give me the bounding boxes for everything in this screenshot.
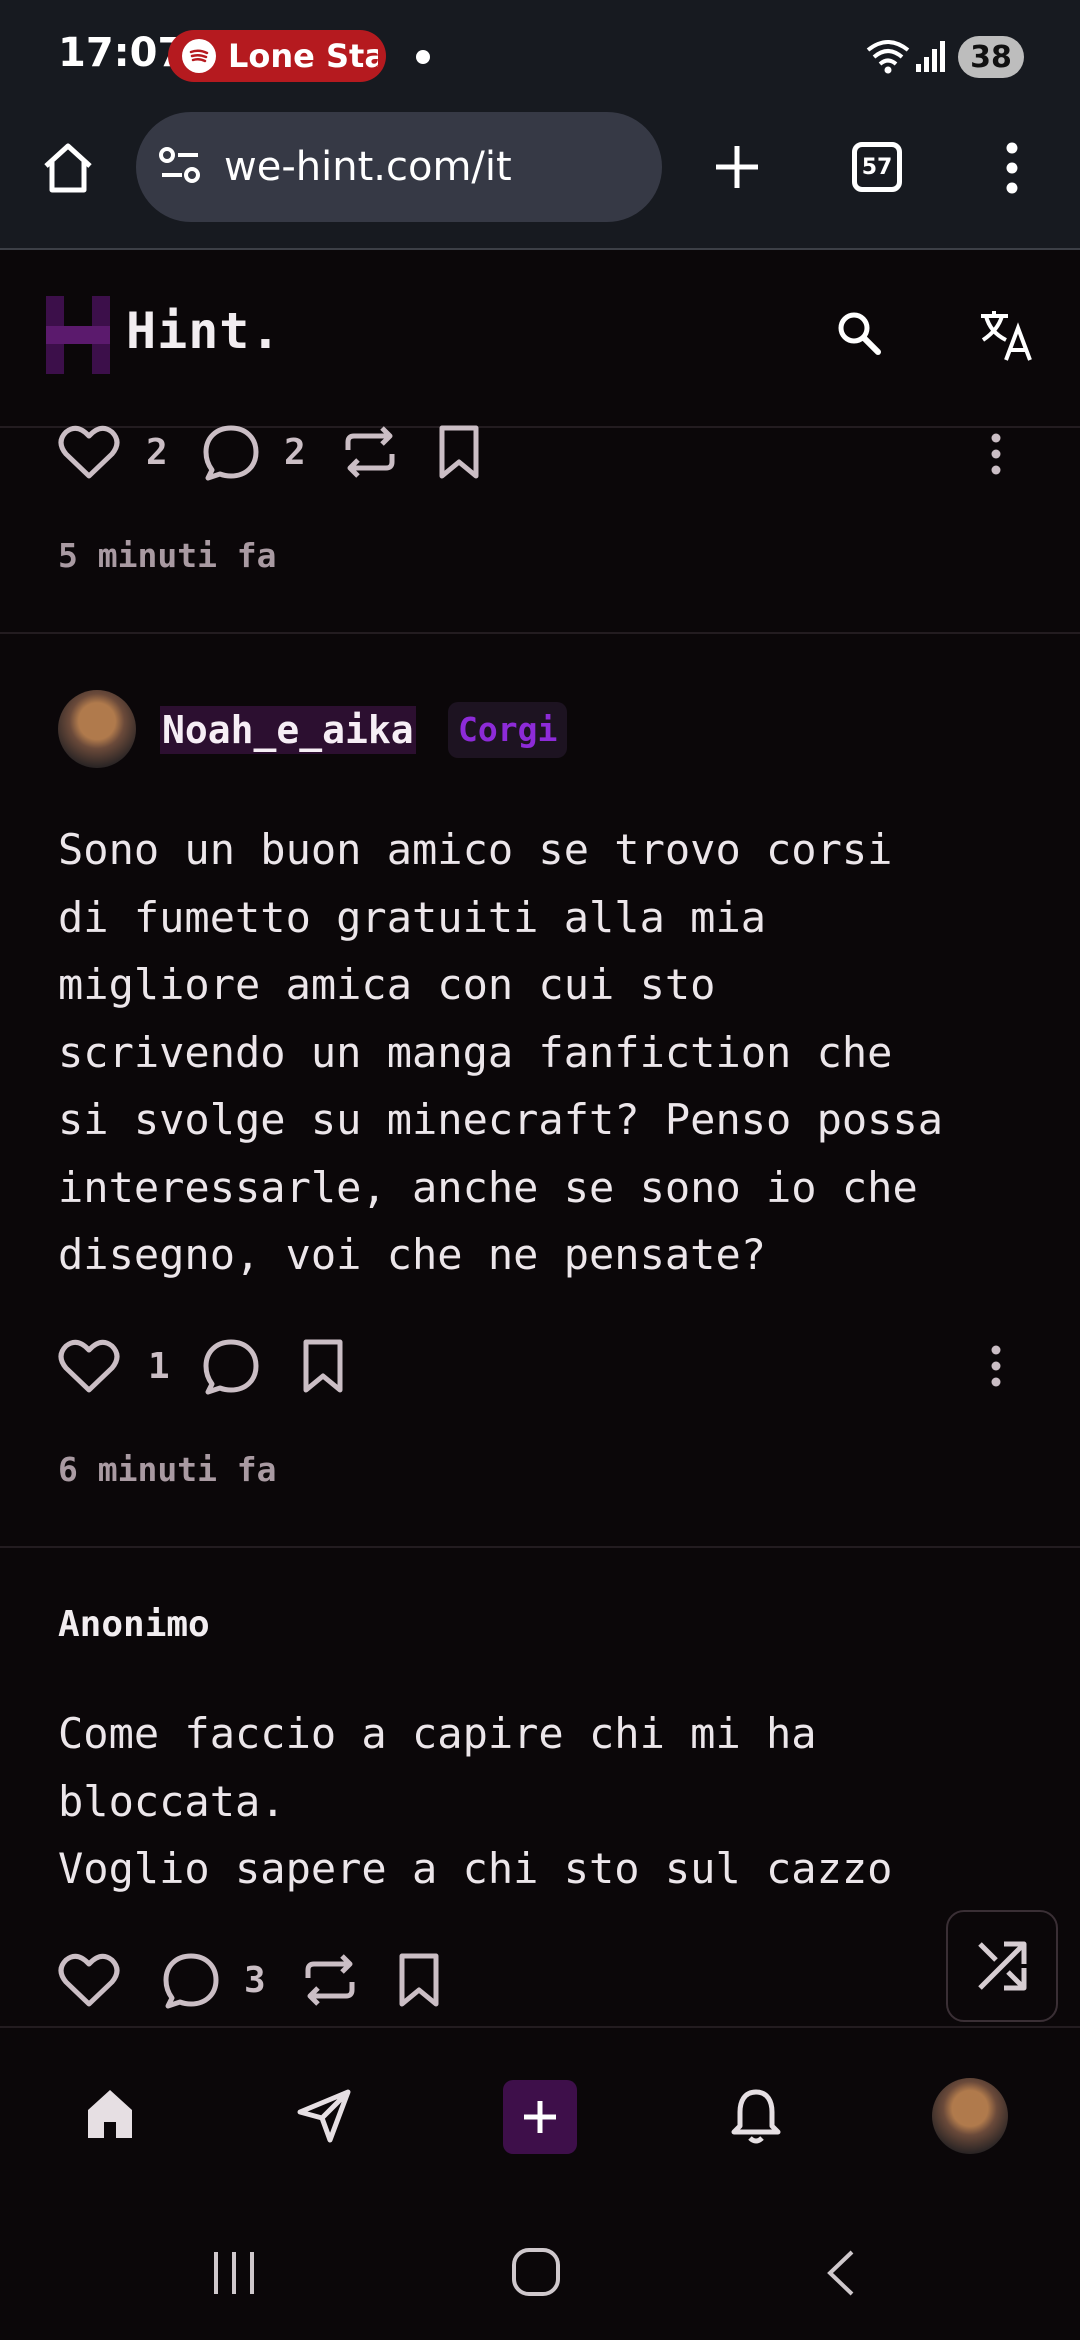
notification-dot [416,50,430,64]
like-button[interactable] [58,1338,120,1398]
status-time: 17:07 [58,30,186,76]
comment-count: 2 [284,432,306,473]
battery-indicator: 38 [958,36,1024,78]
more-options-icon[interactable] [988,432,1004,480]
plus-icon [524,2101,556,2133]
nav-send-icon[interactable] [296,2088,352,2148]
spotify-now-playing-chip[interactable]: Lone Star [168,30,386,82]
repost-button[interactable] [302,1952,358,2012]
nav-home-icon[interactable] [84,2086,136,2146]
like-button[interactable] [58,424,120,484]
spotify-track-label: Lone Star [228,37,378,75]
post-time: 6 minuti fa [58,1450,277,1489]
avatar[interactable] [58,690,136,768]
translate-icon[interactable] [978,308,1034,366]
post-author: Anonimo [58,1604,210,1645]
back-icon[interactable] [824,2248,856,2302]
comment-button[interactable] [202,1338,260,1400]
comment-button[interactable] [202,424,260,486]
url-text: we-hint.com/it [224,144,512,190]
home-circle-icon[interactable] [510,2246,562,2302]
bookmark-button[interactable] [302,1338,344,1398]
create-post-button[interactable] [503,2080,577,2154]
bookmark-button[interactable] [398,1952,440,2012]
home-icon[interactable] [40,140,96,200]
nav-bell-icon[interactable] [730,2086,782,2150]
shuffle-button[interactable] [946,1910,1058,2022]
logo-icon[interactable] [46,296,110,378]
recents-icon[interactable] [210,2250,258,2300]
bookmark-button[interactable] [438,424,480,484]
wifi-icon [864,36,912,80]
comment-count: 3 [244,1960,266,2001]
address-bar[interactable]: we-hint.com/it [136,112,662,222]
new-tab-icon[interactable] [712,142,762,196]
post-time: 5 minuti fa [58,536,277,575]
spotify-icon [182,39,216,73]
repost-button[interactable] [342,424,398,484]
comment-button[interactable] [162,1952,220,2014]
tab-switcher-icon[interactable]: 57 [852,142,902,192]
search-icon[interactable] [836,310,882,360]
profile-avatar[interactable] [932,2078,1008,2154]
site-settings-icon[interactable] [158,145,202,189]
app-title[interactable]: Hint. [126,302,282,360]
post-divider [0,1546,1080,1548]
signal-icon [914,38,946,78]
shuffle-icon [978,1941,1027,1991]
post-text[interactable]: Sono un buon amico se trovo corsi di fum… [58,816,1058,1289]
user-badge: Corgi [448,702,568,758]
like-count: 1 [148,1346,170,1387]
like-button[interactable] [58,1952,120,2012]
post-username[interactable]: Noah_e_aika [160,706,416,754]
post-text[interactable]: Come faccio a capire chi mi ha bloccata.… [58,1700,1058,1903]
like-count: 2 [146,432,168,473]
post-divider [0,632,1080,634]
more-options-icon[interactable] [988,1344,1004,1392]
menu-icon[interactable] [1000,140,1024,200]
